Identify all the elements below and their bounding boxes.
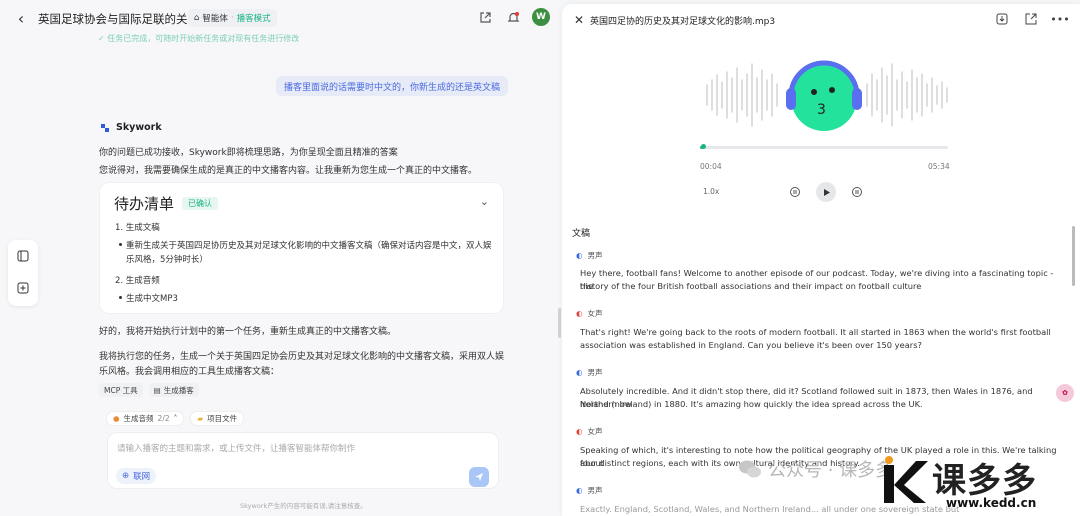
brand-text: 课多多 xyxy=(932,461,1037,501)
share-icon[interactable] xyxy=(476,8,494,26)
podcast-mascot-icon: 3 xyxy=(786,60,862,131)
download-icon[interactable] xyxy=(994,11,1010,27)
rewind-icon[interactable] xyxy=(788,185,802,199)
avatar[interactable]: W xyxy=(532,8,550,26)
wechat-watermark: 公众号 · 课多多 xyxy=(738,456,893,482)
speaker-label: ◐ 男声 xyxy=(576,368,603,377)
assistant-line-2: 您说得对，我需要确保生成的是真正的中文播客内容。让我重新为您生成一个真正的中文播… xyxy=(99,166,478,176)
generate-audio-chip[interactable]: ● 生成音频 2/2 ˄ xyxy=(106,411,185,426)
progress-bar[interactable] xyxy=(700,144,948,149)
composer-chips: ● 生成音频 2/2 ˄ ▰ 项目文件 xyxy=(106,411,245,426)
close-icon[interactable]: ✕ xyxy=(574,13,584,27)
transcript-line: history of the four British football ass… xyxy=(580,281,922,291)
forward-icon[interactable] xyxy=(850,185,864,199)
todo-step-2: 2. 生成音频 xyxy=(115,276,160,286)
speaker-label: ◐ 女声 xyxy=(576,309,603,318)
speed-button[interactable]: 1.0x xyxy=(703,187,719,196)
audio-panel: ✕ 英国四足协的历史及其对足球文化的影响.mp3 ••• 3 00:04 05:… xyxy=(562,4,1080,516)
project-files-chip[interactable]: ▰ 项目文件 xyxy=(190,411,245,426)
skywork-logo-icon xyxy=(101,123,109,132)
todo-step-1-detail: 重新生成关于英国四足协历史及其对足球文化影响的中文播客文稿（确保对话内容是中文，… xyxy=(119,241,492,251)
status-notice: ✓ 任务已完成，可随时开始新任务或对现有任务进行修改 xyxy=(98,34,300,43)
todo-step-2-detail: 生成中文MP3 xyxy=(119,294,178,304)
waveform-visual: 3 xyxy=(706,60,948,131)
progress-knob[interactable] xyxy=(700,144,706,149)
mode-primary-label: 智能体 xyxy=(202,14,228,24)
transcript-line: That's right! We're going back to the ro… xyxy=(580,327,1051,337)
user-message: 播客里面说的话需要时中文的，你新生成的还是英文稿 xyxy=(276,76,509,96)
brand-url: www.kedd.cn xyxy=(946,496,1037,510)
play-button[interactable] xyxy=(816,182,836,202)
speaker-icon: ◐ xyxy=(576,368,583,377)
play-icon xyxy=(823,188,830,196)
chat-panel: ‹ 英国足球协会与国际足联的关系 ⌂ 智能体 · 播客模式 W ✓ 任务已完成，… xyxy=(0,0,560,516)
chevron-down-icon[interactable]: ⌄ xyxy=(480,195,489,208)
open-external-icon[interactable] xyxy=(1023,11,1039,27)
svg-text:3: 3 xyxy=(817,102,826,118)
assistant-line-4: 我将执行您的任务，生成一个关于英国四足协会历史及其对足球文化影响的中文播客文稿，… xyxy=(99,352,505,362)
mode-selector[interactable]: ⌂ 智能体 · 播客模式 xyxy=(188,9,277,27)
assistant-float-icon[interactable]: ✿ xyxy=(1056,384,1074,402)
current-time: 00:04 xyxy=(700,162,722,171)
todo-step-1: 1. 生成文稿 xyxy=(115,223,160,233)
more-icon[interactable]: ••• xyxy=(1050,11,1069,27)
assistant-line-5: 乐风格。我会调用相应的工具生成播客文稿： xyxy=(99,367,280,377)
speaker-icon: ◐ xyxy=(576,427,583,436)
document-icon: ▤ xyxy=(153,385,161,395)
speaker-label: ◐ 女声 xyxy=(576,427,603,436)
todo-card: 待办清单 已确认 ⌄ 1. 生成文稿 重新生成关于英国四足协历史及其对足球文化影… xyxy=(99,182,504,314)
speaker-icon: ◐ xyxy=(576,486,583,495)
globe-icon: ⊕ xyxy=(122,471,130,481)
mode-secondary-label: 播客模式 xyxy=(236,14,271,24)
panel-resize-handle[interactable] xyxy=(558,308,561,338)
side-toolbar xyxy=(8,240,38,306)
collapse-panel-icon[interactable] xyxy=(16,249,30,263)
notification-bell-icon[interactable] xyxy=(504,8,522,26)
transcript-line: Northern Ireland) in 1880. It's amazing … xyxy=(580,399,923,409)
mode-separator: · xyxy=(230,13,234,23)
scrollbar[interactable] xyxy=(1072,226,1075,286)
audio-icon: ● xyxy=(113,414,120,423)
disclaimer: Skywork产生的内容可能有误,请注意核查。 xyxy=(240,502,367,510)
assistant-line-1: 你的问题已成功接收，Skywork即将梳理思路，为你呈现全面且精准的答案 xyxy=(99,148,398,158)
composer-placeholder: 请输入播客的主题和需求，或上传文件，让播客智能体帮你制作 xyxy=(117,444,356,454)
new-chat-icon[interactable] xyxy=(16,281,30,295)
assistant-line-3: 好的，我将开始执行计划中的第一个任务，重新生成真正的中文播客文稿。 xyxy=(99,327,397,337)
tag-generate-podcast[interactable]: ▤ 生成播客 xyxy=(148,383,199,397)
speaker-icon: ◐ xyxy=(576,251,583,260)
transcript-line: association was established in England. … xyxy=(580,340,922,350)
speaker-label: ◐ 男声 xyxy=(576,486,603,495)
transcript-heading: 文稿 xyxy=(572,229,591,239)
network-toggle[interactable]: ⊕ 联网 xyxy=(116,468,157,484)
kedd-logo-icon xyxy=(884,456,928,503)
speaker-icon: ◐ xyxy=(576,309,583,318)
wechat-icon xyxy=(739,460,761,478)
check-circle-icon: ✓ xyxy=(98,34,108,43)
composer-input[interactable]: 请输入播客的主题和需求，或上传文件，让播客智能体帮你制作 ⊕ 联网 xyxy=(107,432,499,489)
status-badge: 已确认 xyxy=(182,197,219,210)
todo-step-1-detail-cont: 乐风格，5分钟时长） xyxy=(126,255,208,265)
tag-mcp-tool[interactable]: MCP 工具 xyxy=(99,383,143,397)
send-icon xyxy=(475,473,483,481)
agent-icon: ⌂ xyxy=(194,13,200,23)
audio-filename: 英国四足协的历史及其对足球文化的影响.mp3 xyxy=(590,17,776,27)
page-title: 英国足球协会与国际足联的关系 xyxy=(38,12,199,26)
folder-icon: ▰ xyxy=(197,414,204,423)
chevron-up-icon: ˄ xyxy=(173,414,178,423)
total-time: 05:34 xyxy=(928,162,950,171)
back-icon[interactable]: ‹ xyxy=(12,9,30,28)
assistant-brand: Skywork xyxy=(100,122,162,133)
send-button[interactable] xyxy=(469,467,489,487)
todo-title: 待办清单 xyxy=(114,195,175,213)
chat-header: ‹ 英国足球协会与国际足联的关系 ⌂ 智能体 · 播客模式 W xyxy=(0,0,560,36)
tool-tags: MCP 工具 ▤ 生成播客 xyxy=(99,383,199,397)
speaker-label: ◐ 男声 xyxy=(576,251,603,260)
